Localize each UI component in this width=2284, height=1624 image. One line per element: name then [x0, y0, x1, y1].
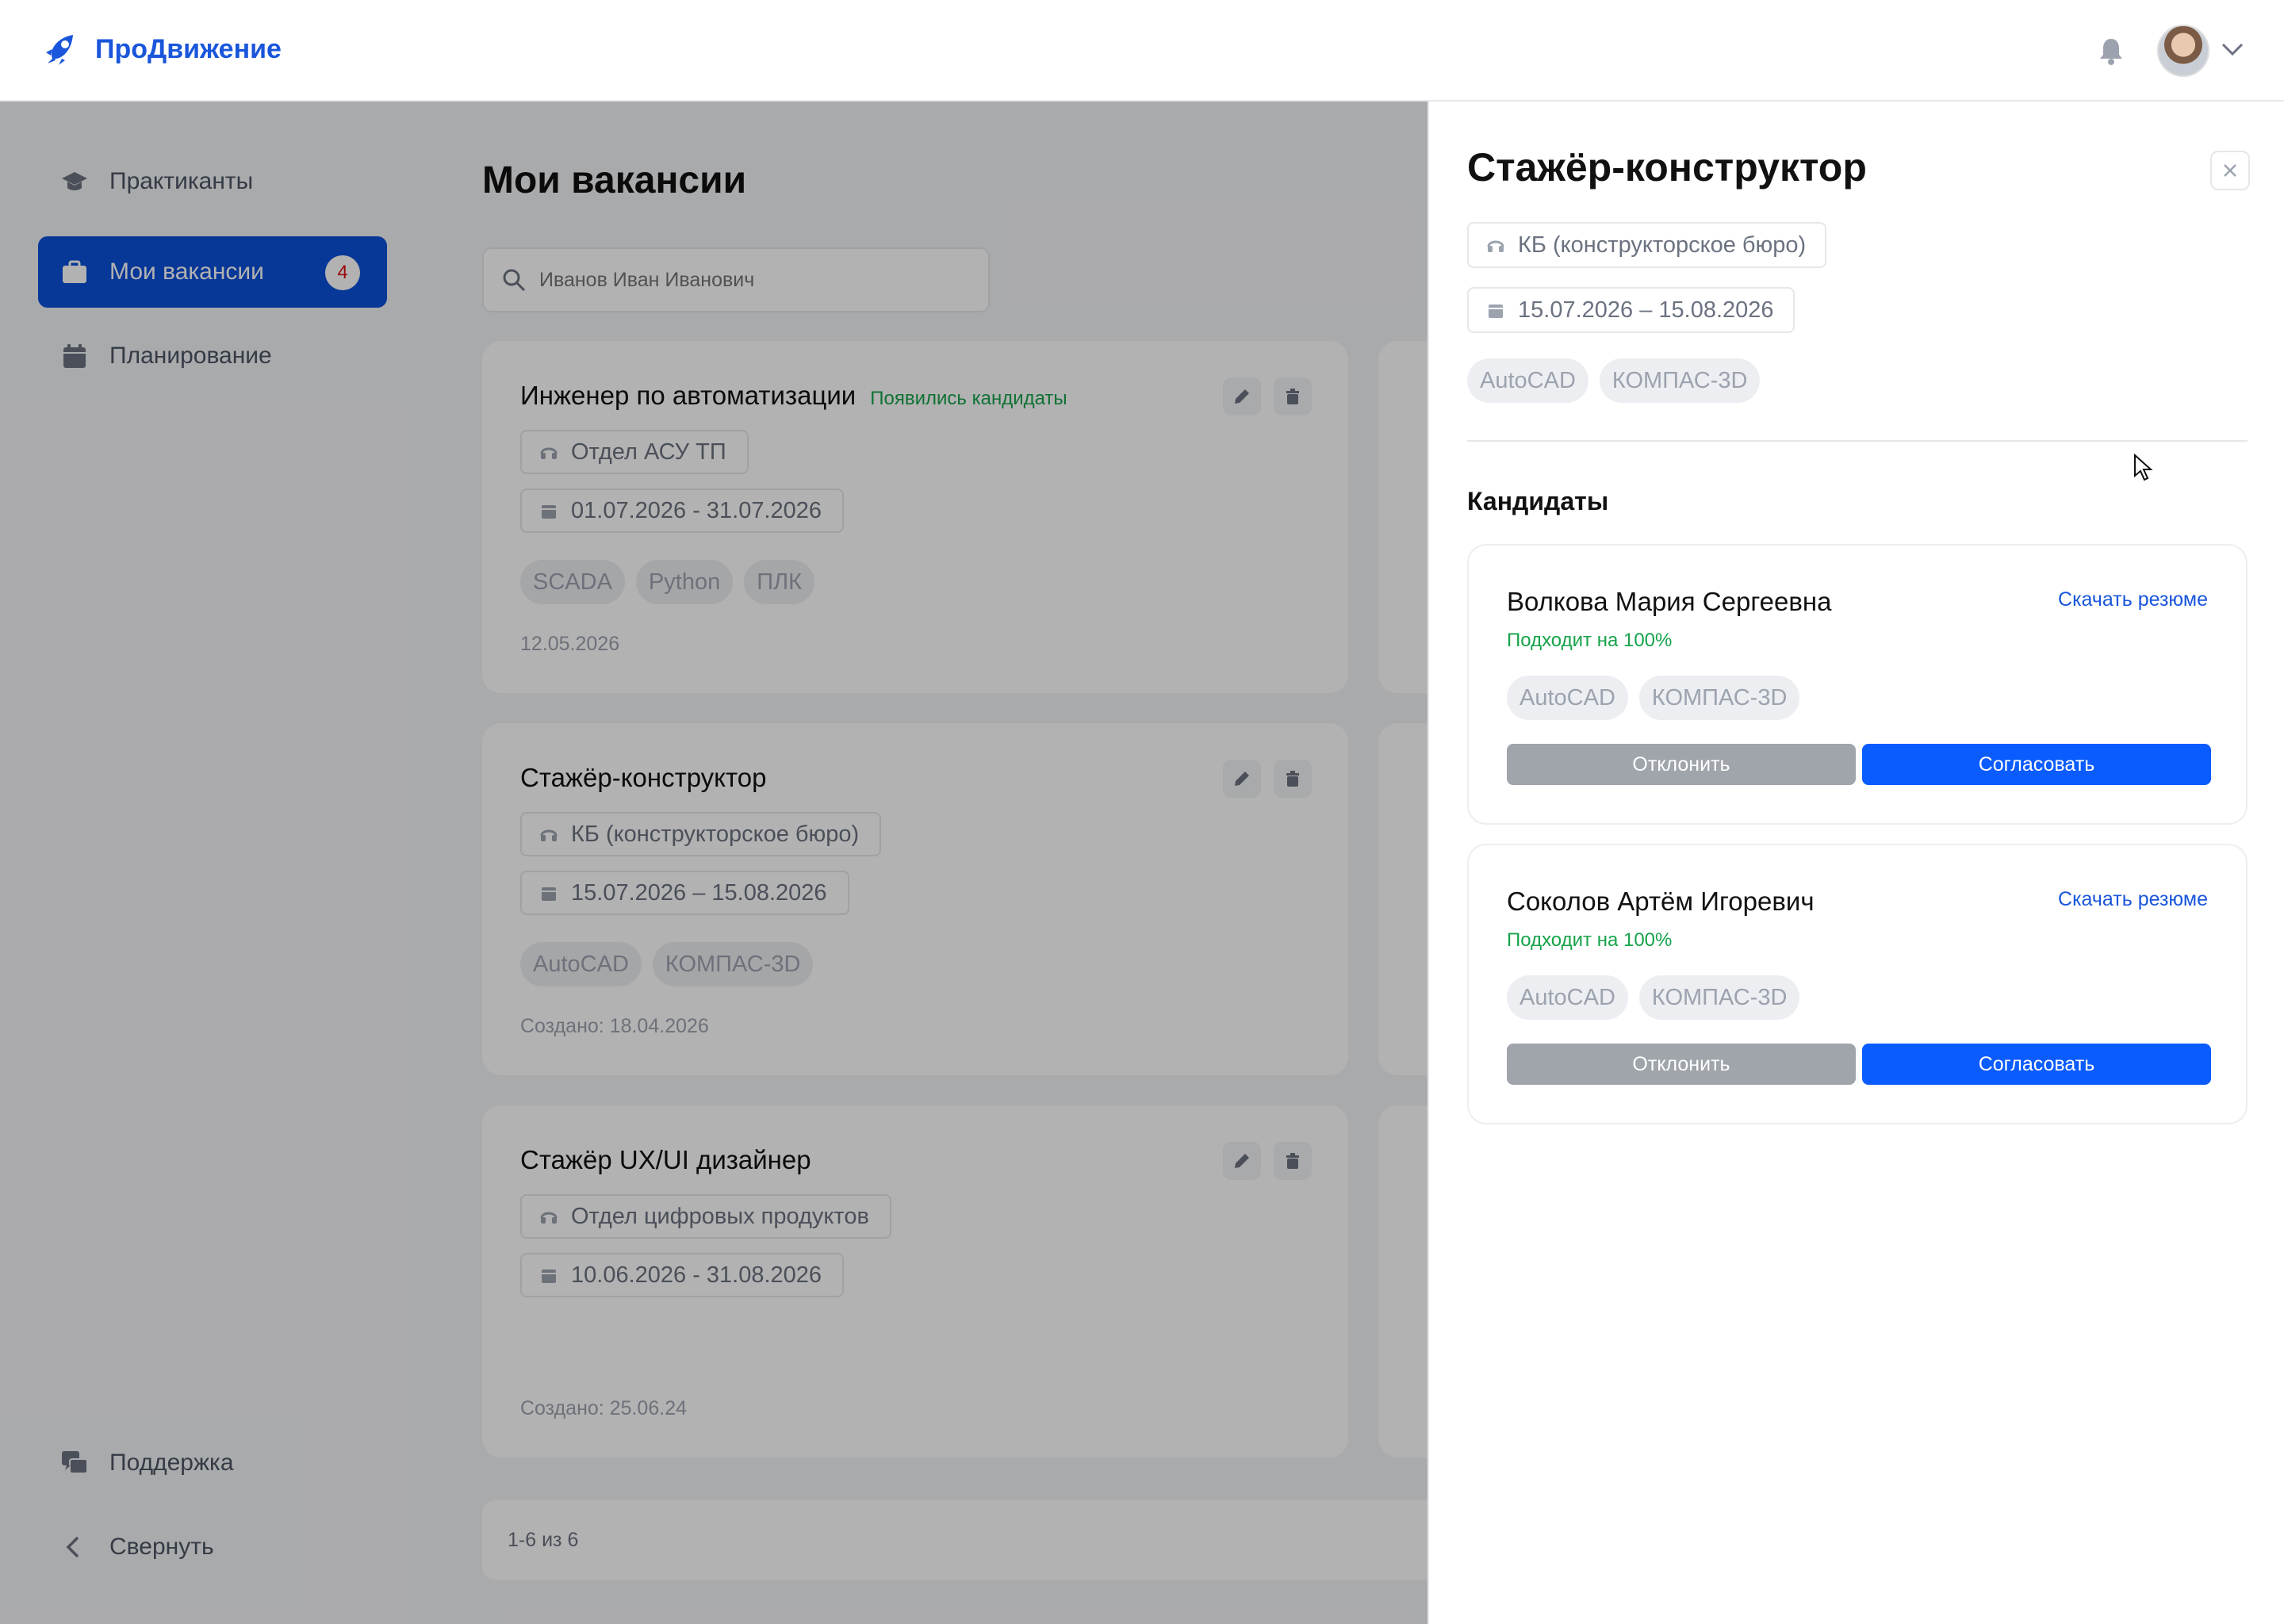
candidates-heading: Кандидаты: [1467, 487, 1609, 515]
skill-tag: КОМПАС-3D: [1638, 975, 1800, 1020]
download-resume-link[interactable]: Скачать резюме: [2058, 588, 2208, 611]
calendar-icon: [1489, 304, 1503, 318]
department-label: КБ (конструкторское бюро): [1518, 232, 1807, 258]
top-header: ПроДвижение: [0, 0, 2284, 102]
modal-backdrop[interactable]: [0, 102, 1428, 1624]
skill-tag: КОМПАС-3D: [1638, 676, 1800, 720]
bell-icon[interactable]: [2095, 35, 2127, 67]
skill-tag: AutoCAD: [1507, 676, 1628, 720]
skill-tag: КОМПАС-3D: [1599, 358, 1761, 403]
avatar[interactable]: [2157, 25, 2209, 77]
skill-tag: AutoCAD: [1467, 358, 1588, 403]
rocket-logo-icon: [46, 35, 73, 65]
candidate-card: Соколов Артём Игоревич Скачать резюме По…: [1467, 844, 2248, 1124]
dates-chip: 15.07.2026 – 15.08.2026: [1467, 287, 1795, 333]
skill-tags: AutoCAD КОМПАС-3D: [1507, 676, 1800, 720]
download-resume-link[interactable]: Скачать резюме: [2058, 888, 2208, 911]
app-name: ПроДвижение: [95, 33, 282, 64]
chevron-down-icon[interactable]: [2221, 41, 2244, 57]
match-label: Подходит на 100%: [1507, 929, 1673, 951]
vacancy-detail-drawer: Стажёр-конструктор КБ (конструкторское б…: [1428, 102, 2284, 1624]
reject-button[interactable]: Отклонить: [1507, 744, 1856, 785]
app-logo[interactable]: ПроДвижение: [41, 29, 282, 70]
candidate-name: Волкова Мария Сергеевна: [1507, 587, 1832, 616]
skill-tags: AutoCAD КОМПАС-3D: [1467, 358, 1761, 403]
reject-button[interactable]: Отклонить: [1507, 1044, 1856, 1085]
dates-label: 15.07.2026 – 15.08.2026: [1518, 297, 1774, 323]
department-chip: КБ (конструкторское бюро): [1467, 222, 1827, 268]
close-icon: [2224, 164, 2236, 177]
candidate-name: Соколов Артём Игоревич: [1507, 887, 1815, 916]
divider: [1467, 440, 2248, 442]
mouse-cursor-icon: [2134, 454, 2153, 481]
close-button[interactable]: [2210, 151, 2250, 190]
approve-button[interactable]: Согласовать: [1862, 744, 2211, 785]
drawer-title: Стажёр-конструктор: [1467, 145, 1867, 190]
skill-tags: AutoCAD КОМПАС-3D: [1507, 975, 1800, 1020]
headset-icon: [1487, 240, 1504, 252]
match-label: Подходит на 100%: [1507, 630, 1673, 651]
candidate-card: Волкова Мария Сергеевна Скачать резюме П…: [1467, 544, 2248, 825]
skill-tag: AutoCAD: [1507, 975, 1628, 1020]
approve-button[interactable]: Согласовать: [1862, 1044, 2211, 1085]
